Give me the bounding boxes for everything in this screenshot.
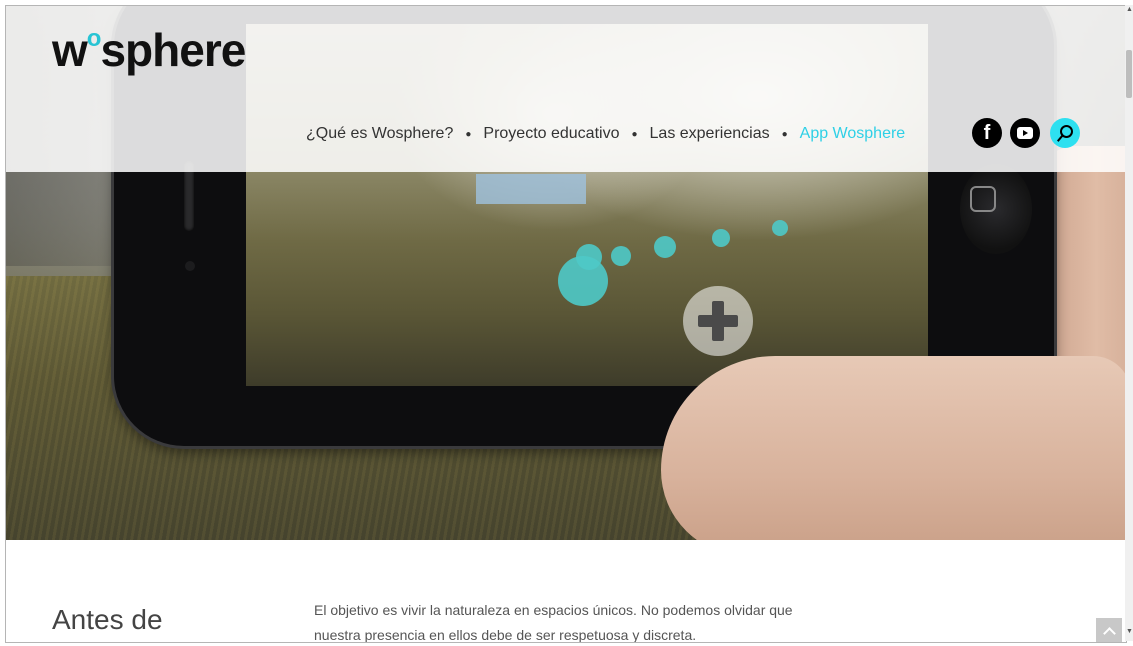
hotspot-dot [654, 236, 676, 258]
nav-separator: ● [631, 128, 638, 140]
phone-home-square [970, 186, 996, 212]
chevron-up-icon [1102, 626, 1116, 640]
back-to-top-button[interactable] [1096, 618, 1122, 642]
hotspot-dot [712, 229, 730, 247]
youtube-icon[interactable] [1010, 118, 1040, 148]
main-nav: ¿Qué es Wosphere? ● Proyecto educativo ●… [306, 118, 905, 150]
search-lens [1059, 124, 1073, 138]
hotspot-dot [576, 244, 602, 270]
add-hotspot-button [683, 286, 753, 356]
facebook-glyph: f [983, 121, 991, 144]
hotspot-dot [611, 246, 631, 266]
nav-separator: ● [781, 128, 788, 140]
logo-prefix: w [52, 24, 88, 76]
logo-suffix: sphere [100, 24, 246, 76]
logo-circle: o [86, 25, 102, 52]
page-scrollbar[interactable] [1125, 5, 1133, 641]
site-logo[interactable]: wosphere [52, 20, 246, 80]
hotspot-dot [772, 220, 788, 236]
facebook-icon[interactable]: f [972, 118, 1002, 148]
scroll-down-arrow-icon[interactable]: ▼ [1126, 628, 1133, 636]
section-title: Antes de comenzar [52, 604, 175, 642]
nav-separator: ● [465, 128, 472, 140]
nav-item-app[interactable]: App Wosphere [800, 125, 906, 143]
scroll-up-arrow-icon[interactable]: ▲ [1126, 6, 1133, 14]
search-icon[interactable] [1050, 118, 1080, 148]
phone-camera [185, 261, 195, 271]
youtube-play-shape [1017, 127, 1033, 139]
thumb-image [661, 356, 1126, 540]
browser-viewport: wosphere ¿Qué es Wosphere? ● Proyecto ed… [5, 5, 1127, 643]
site-header: wosphere ¿Qué es Wosphere? ● Proyecto ed… [6, 6, 1126, 172]
nav-item-proyecto[interactable]: Proyecto educativo [483, 125, 619, 143]
scrollbar-thumb[interactable] [1126, 50, 1132, 98]
nav-item-experiencias[interactable]: Las experiencias [650, 125, 770, 143]
nav-item-que-es[interactable]: ¿Qué es Wosphere? [306, 125, 453, 143]
screen-sky [476, 174, 586, 204]
section-paragraph: El objetivo es vivir la naturaleza en es… [314, 602, 793, 643]
